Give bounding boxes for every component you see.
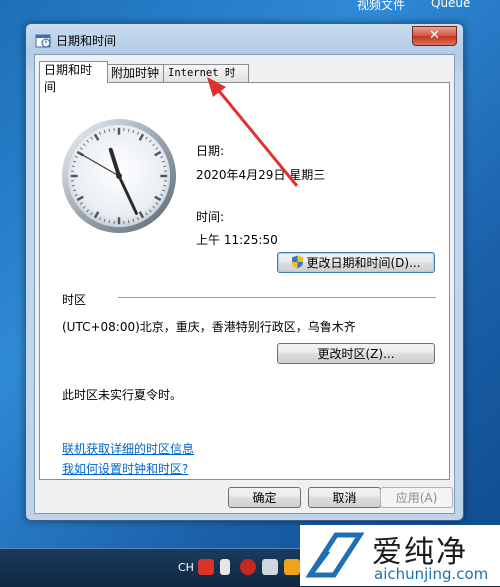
change-datetime-button[interactable]: 更改日期和时间(D)... xyxy=(277,252,435,273)
watermark: 爱纯净 aichunjing.com xyxy=(300,525,500,586)
window-title: 日期和时间 xyxy=(56,32,116,49)
date-label: 日期: xyxy=(196,142,224,159)
analog-clock xyxy=(60,117,178,235)
dialog-client: 日期和时间 附加时钟 Internet 时间 xyxy=(34,54,455,514)
tab-additional-clocks[interactable]: 附加时钟 xyxy=(106,64,164,82)
brand-logo-icon xyxy=(306,531,364,579)
pen-icon[interactable] xyxy=(220,559,230,575)
watermark-url: aichunjing.com xyxy=(374,565,488,583)
timezone-divider xyxy=(118,297,436,298)
button-label: 更改日期和时间(D)... xyxy=(306,256,420,270)
desktop-file-label[interactable]: 视频文件 xyxy=(357,0,405,13)
timezone-heading: 时区 xyxy=(62,291,86,308)
ime-icon[interactable] xyxy=(198,559,214,575)
button-label: 更改时区(Z)... xyxy=(317,347,394,361)
timezone-value: (UTC+08:00)北京，重庆，香港特别行政区，乌鲁木齐 xyxy=(62,318,356,335)
clock-center xyxy=(116,173,122,179)
button-label: 取消 xyxy=(332,491,356,505)
tab-internet-time[interactable]: Internet 时间 xyxy=(163,64,249,82)
flash-icon[interactable] xyxy=(240,559,256,575)
ok-button[interactable]: 确定 xyxy=(228,487,301,508)
printer-icon[interactable] xyxy=(262,559,278,575)
change-timezone-button[interactable]: 更改时区(Z)... xyxy=(277,343,435,364)
tab-date-time[interactable]: 日期和时间 xyxy=(39,61,108,83)
desktop-file-label[interactable]: Queue xyxy=(431,0,470,10)
apply-button[interactable]: 应用(A) xyxy=(380,487,453,508)
time-label: 时间: xyxy=(196,208,224,225)
security-icon[interactable] xyxy=(284,559,300,575)
close-button[interactable]: ✕ xyxy=(412,26,457,46)
language-indicator[interactable]: CH xyxy=(178,561,194,574)
date-value: 2020年4月29日 星期三 xyxy=(196,166,325,183)
tab-label: 附加时钟 xyxy=(111,66,159,80)
title-bar[interactable]: 日期和时间 ✕ xyxy=(26,24,463,54)
uac-shield-icon xyxy=(291,255,304,269)
button-label: 确定 xyxy=(252,491,276,505)
close-icon: ✕ xyxy=(429,28,440,43)
tab-panel-date-time: 日期: 2020年4月29日 星期三 时间: 上午 11:25:50 更改日期和… xyxy=(39,82,450,480)
button-label: 应用(A) xyxy=(396,491,438,505)
dst-note: 此时区未实行夏令时。 xyxy=(62,386,182,403)
how-to-set-link[interactable]: 我如何设置时钟和时区? xyxy=(62,460,188,477)
cancel-button[interactable]: 取消 xyxy=(308,487,381,508)
datetime-app-icon xyxy=(35,32,51,48)
time-value: 上午 11:25:50 xyxy=(196,231,278,248)
timezone-info-link[interactable]: 联机获取详细的时区信息 xyxy=(62,440,194,457)
datetime-dialog: 日期和时间 ✕ 日期和时间 附加时钟 Internet 时间 xyxy=(25,23,464,521)
